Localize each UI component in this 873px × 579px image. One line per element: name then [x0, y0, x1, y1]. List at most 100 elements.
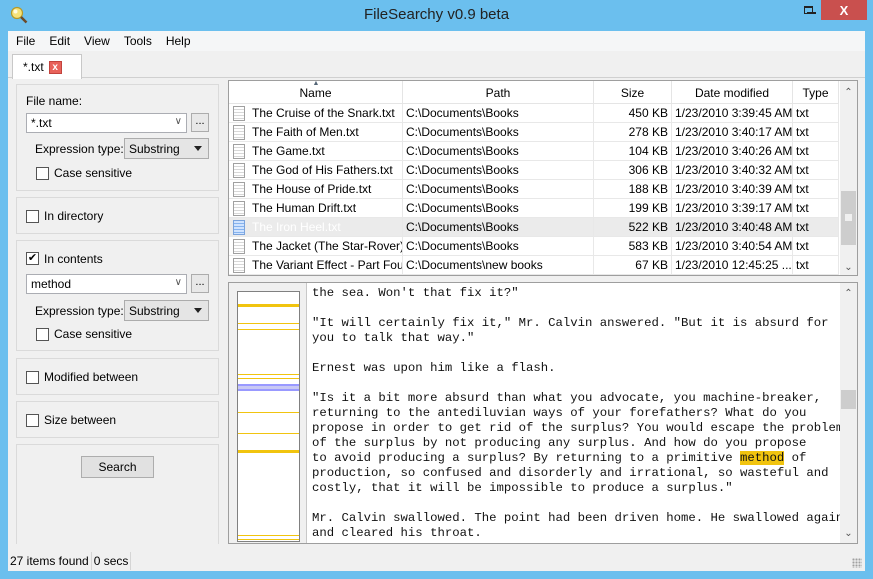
- results-scrollbar[interactable]: ⌃ ⌄: [840, 81, 857, 275]
- file-name-input[interactable]: *.txt ∨: [26, 113, 187, 133]
- file-name-cell: The Iron Heel.txt: [229, 218, 403, 237]
- file-name-text: The House of Pride.txt: [252, 182, 372, 196]
- match-minimap-panel: [229, 283, 307, 543]
- date-modified-cell: 1/23/2010 3:39:45 AM: [672, 104, 793, 123]
- items-found-status: 27 items found: [8, 552, 92, 570]
- tab-label: *.txt: [23, 60, 44, 74]
- file-content-view[interactable]: the sea. Won't that fix it?" "It will ce…: [307, 283, 857, 543]
- contents-search-input[interactable]: method ∨: [26, 274, 187, 294]
- scroll-up-icon[interactable]: ⌃: [840, 285, 857, 302]
- column-header-name[interactable]: ▲ Name: [229, 81, 403, 104]
- expression-type-value: Substring: [129, 142, 180, 156]
- column-header-type[interactable]: Type: [793, 81, 839, 104]
- contents-search-value: method: [31, 277, 72, 291]
- modified-between-checkbox[interactable]: [26, 371, 39, 384]
- table-row[interactable]: The Iron Heel.txt C:\Documents\Books 522 K…: [229, 218, 839, 237]
- case-sensitive-label: Case sensitive: [54, 166, 133, 180]
- table-row[interactable]: The Game.txt C:\Documents\Books 104 KB 1/23…: [229, 142, 839, 161]
- scroll-down-icon[interactable]: ⌄: [840, 259, 857, 275]
- results-scroll-thumb[interactable]: [841, 191, 856, 245]
- file-name-text: The Iron Heel.txt: [252, 220, 341, 234]
- file-name-cell: The Jacket (The Star-Rover).txt: [229, 237, 403, 256]
- size-between-checkbox[interactable]: [26, 414, 39, 427]
- file-type-cell: txt: [793, 123, 839, 142]
- table-row[interactable]: The Faith of Men.txt C:\Documents\Books 27…: [229, 123, 839, 142]
- chevron-down-icon[interactable]: ∨: [175, 277, 182, 288]
- file-path-cell: C:\Documents\Books: [403, 142, 594, 161]
- contents-browse-button[interactable]: ...: [191, 274, 209, 293]
- minimap-match-marker: [238, 412, 299, 413]
- resize-grip-icon[interactable]: [852, 558, 862, 568]
- maximize-icon: [803, 6, 813, 14]
- file-size-cell: 583 KB: [594, 237, 672, 256]
- file-size-cell: 188 KB: [594, 180, 672, 199]
- column-header-path[interactable]: Path: [403, 81, 594, 104]
- menu-help[interactable]: Help: [164, 34, 199, 48]
- content-line: costly, that it will be impossible to pr…: [312, 481, 733, 495]
- text-file-icon: [233, 106, 245, 121]
- file-type-cell: txt: [793, 237, 839, 256]
- match-minimap[interactable]: [237, 291, 300, 542]
- file-name-text: The Game.txt: [252, 144, 325, 158]
- tab-close-icon[interactable]: x: [48, 60, 62, 74]
- preview-scrollbar[interactable]: ⌃ ⌄: [840, 283, 857, 543]
- case-sensitive-checkbox[interactable]: [36, 167, 49, 180]
- file-name-browse-button[interactable]: ...: [191, 113, 209, 132]
- text-file-icon: [233, 201, 245, 216]
- title-bar: FileSearchy v0.9 beta X: [0, 0, 873, 31]
- table-row[interactable]: The God of His Fathers.txt C:\Documents\B…: [229, 161, 839, 180]
- file-size-cell: 450 KB: [594, 104, 672, 123]
- contents-expression-type-value: Substring: [129, 304, 180, 318]
- file-name-text: The Jacket (The Star-Rover).txt: [252, 239, 403, 253]
- results-list: ▲ Name Path Size Date modified Type The …: [228, 80, 858, 276]
- tab-search-txt[interactable]: *.txt x: [12, 54, 82, 79]
- text-file-icon: [233, 220, 245, 235]
- expression-type-select[interactable]: Substring: [124, 138, 209, 159]
- contents-case-sensitive-checkbox[interactable]: [36, 328, 49, 341]
- menu-bar: File Edit View Tools Help: [8, 31, 865, 51]
- close-button[interactable]: X: [821, 0, 867, 20]
- file-name-text: The God of His Fathers.txt: [252, 163, 393, 177]
- results-header: ▲ Name Path Size Date modified Type: [229, 81, 839, 104]
- text-file-icon: [233, 144, 245, 159]
- preview-scroll-thumb[interactable]: [841, 390, 856, 409]
- date-modified-cell: 1/23/2010 3:40:17 AM: [672, 123, 793, 142]
- table-row[interactable]: The Variant Effect - Part Four_ C:\Docume…: [229, 256, 839, 275]
- file-name-cell: The Cruise of the Snark.txt: [229, 104, 403, 123]
- menu-view[interactable]: View: [82, 34, 118, 48]
- dropdown-arrow-icon: [194, 146, 202, 151]
- text-file-icon: [233, 258, 245, 273]
- column-header-size[interactable]: Size: [594, 81, 672, 104]
- file-size-cell: 67 KB: [594, 256, 672, 275]
- file-path-cell: C:\Documents\Books: [403, 218, 594, 237]
- content-line: and cleared his throat.: [312, 526, 482, 540]
- file-path-cell: C:\Documents\Books: [403, 161, 594, 180]
- search-button[interactable]: Search: [81, 456, 154, 478]
- content-line: [312, 496, 843, 511]
- in-directory-checkbox[interactable]: [26, 210, 39, 223]
- menu-edit[interactable]: Edit: [47, 34, 78, 48]
- content-line: "Is it a bit more absurd than what you a…: [312, 391, 822, 405]
- minimap-match-marker: [238, 304, 299, 307]
- menu-file[interactable]: File: [14, 34, 43, 48]
- file-name-cell: The Human Drift.txt: [229, 199, 403, 218]
- elapsed-time-status: 0 secs: [92, 552, 132, 570]
- table-row[interactable]: The Human Drift.txt C:\Documents\Books 199…: [229, 199, 839, 218]
- chevron-down-icon[interactable]: ∨: [175, 116, 182, 127]
- table-row[interactable]: The Jacket (The Star-Rover).txtC:\Docume…: [229, 237, 839, 256]
- column-header-date-modified[interactable]: Date modified: [672, 81, 793, 104]
- scroll-down-icon[interactable]: ⌄: [840, 525, 857, 542]
- contents-case-sensitive-label: Case sensitive: [54, 327, 133, 341]
- file-path-cell: C:\Documents\Books: [403, 180, 594, 199]
- text-file-icon: [233, 239, 245, 254]
- content-line: Mr. Calvin swallowed. The point had been…: [312, 511, 844, 525]
- contents-expression-type-select[interactable]: Substring: [124, 300, 209, 321]
- scroll-up-icon[interactable]: ⌃: [840, 84, 857, 101]
- table-row[interactable]: The House of Pride.txt C:\Documents\Books…: [229, 180, 839, 199]
- table-row[interactable]: The Cruise of the Snark.txt C:\Documents\…: [229, 104, 839, 123]
- content-line-text: to avoid producing a surplus? By returni…: [312, 451, 741, 465]
- maximize-button-frame[interactable]: [796, 0, 820, 20]
- menu-tools[interactable]: Tools: [122, 34, 160, 48]
- minimap-match-marker: [238, 329, 299, 330]
- in-contents-checkbox[interactable]: ✔: [26, 252, 39, 265]
